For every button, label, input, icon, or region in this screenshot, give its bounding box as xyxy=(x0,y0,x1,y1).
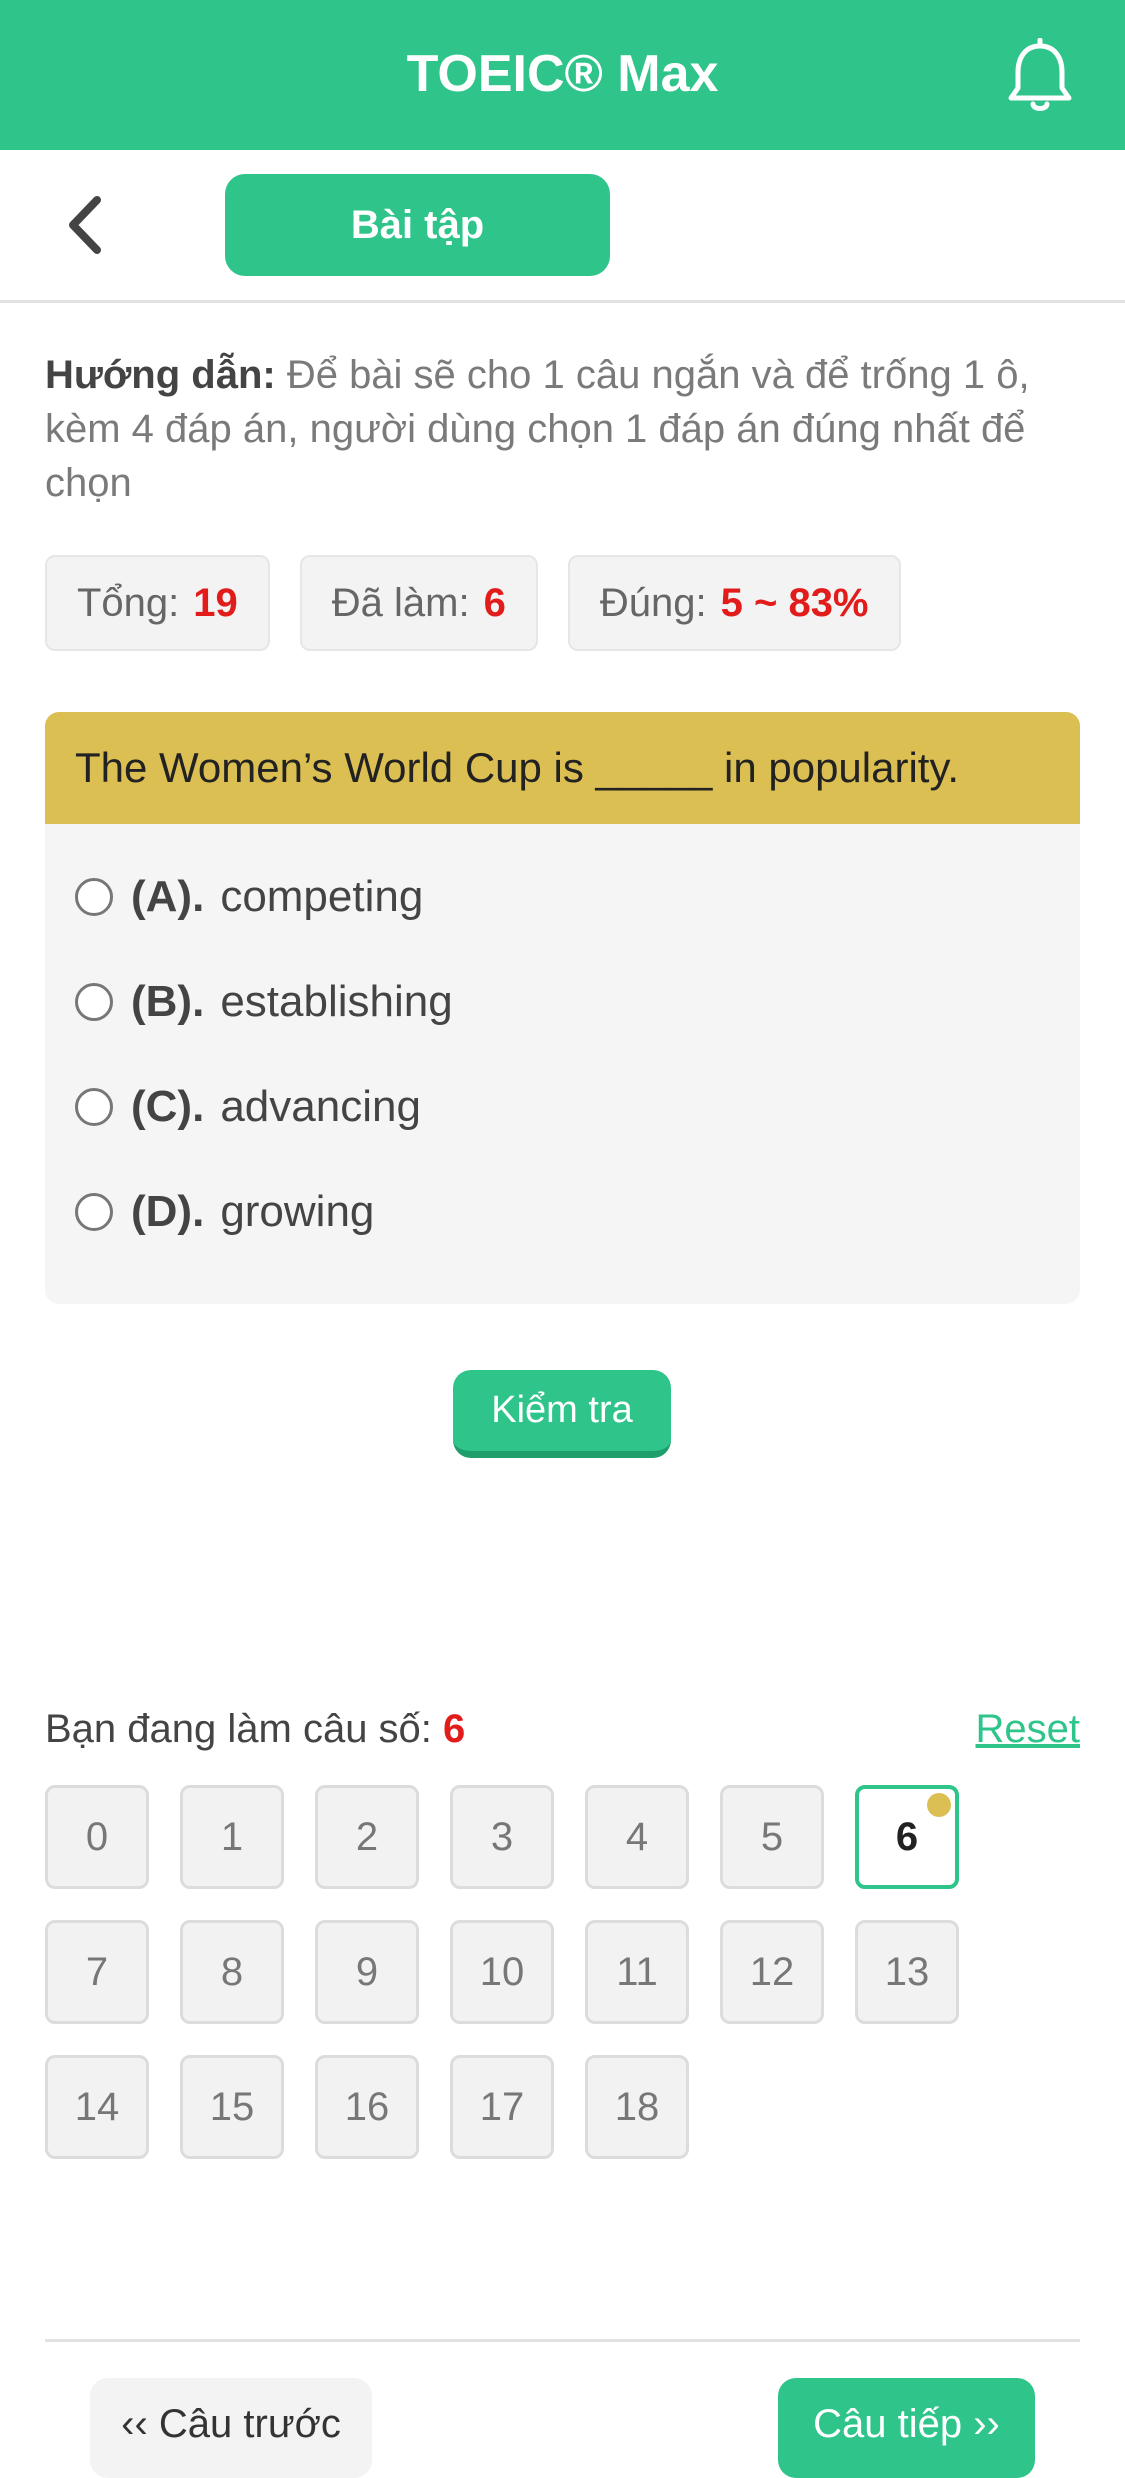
current-question-prefix: Bạn đang làm câu số: xyxy=(45,1707,444,1751)
option-text: advancing xyxy=(220,1081,421,1131)
stat-done: Đã làm: 6 xyxy=(299,555,538,651)
current-indicator-dot xyxy=(927,1793,951,1817)
stat-correct: Đúng: 5 ~ 83% xyxy=(567,555,901,651)
bell-icon[interactable] xyxy=(1005,37,1075,114)
option-c[interactable]: (C). advancing xyxy=(45,1054,1080,1159)
current-question-label: Bạn đang làm câu số: 6 xyxy=(45,1700,465,1758)
question-number-label: 3 xyxy=(490,1815,514,1859)
question-number-button[interactable]: 0 xyxy=(45,1785,149,1889)
question-number-button[interactable]: 5 xyxy=(720,1785,824,1889)
option-text: establishing xyxy=(220,976,453,1026)
option-b[interactable]: (B). establishing xyxy=(45,949,1080,1054)
question-number-label: 14 xyxy=(74,2085,120,2129)
stats-row: Tổng: 19 Đã làm: 6 Đúng: 5 ~ 83% xyxy=(45,555,901,651)
question-number-label: 7 xyxy=(85,1950,109,1994)
option-text: competing xyxy=(220,871,424,921)
option-letter: (A). xyxy=(131,871,205,921)
radio-button[interactable] xyxy=(75,877,113,916)
question-number-button[interactable]: 13 xyxy=(855,1920,959,2024)
question-number-label: 11 xyxy=(616,1950,658,1994)
instruction-text: Hướng dẫn: Để bài sẽ cho 1 câu ngắn và đ… xyxy=(45,348,1080,510)
back-button[interactable] xyxy=(55,190,125,260)
divider xyxy=(45,2339,1080,2342)
question-text: The Women’s World Cup is _____ in popula… xyxy=(45,712,1080,824)
question-number-label: 12 xyxy=(749,1950,795,1994)
radio-button[interactable] xyxy=(75,982,113,1021)
stat-total: Tổng: 19 xyxy=(45,555,270,651)
stat-done-label: Đã làm: xyxy=(331,580,470,625)
question-number-button[interactable]: 11 xyxy=(585,1920,689,2024)
question-number-button[interactable]: 2 xyxy=(315,1785,419,1889)
question-number-label: 0 xyxy=(85,1815,109,1859)
question-number-button[interactable]: 12 xyxy=(720,1920,824,2024)
stat-done-value: 6 xyxy=(483,580,506,625)
question-card: The Women’s World Cup is _____ in popula… xyxy=(45,712,1080,1304)
question-number-label: 15 xyxy=(209,2085,255,2129)
question-number-button[interactable]: 6 xyxy=(855,1785,959,1889)
sub-toolbar: Bài tập xyxy=(0,150,1125,303)
question-number-label: 16 xyxy=(344,2085,390,2129)
previous-question-button[interactable]: ‹‹ Câu trước xyxy=(90,2378,372,2478)
question-number-button[interactable]: 3 xyxy=(450,1785,554,1889)
stat-correct-value: 5 ~ 83% xyxy=(720,580,869,625)
option-letter: (C). xyxy=(131,1081,205,1131)
stat-total-value: 19 xyxy=(193,580,238,625)
question-number-button[interactable]: 16 xyxy=(315,2055,419,2159)
stat-total-label: Tổng: xyxy=(77,580,180,625)
radio-button[interactable] xyxy=(75,1192,113,1231)
question-number-button[interactable]: 4 xyxy=(585,1785,689,1889)
question-number-label: 13 xyxy=(884,1950,930,1994)
tab-exercises[interactable]: Bài tập xyxy=(225,174,610,276)
option-letter: (B). xyxy=(131,976,205,1026)
question-number-button[interactable]: 14 xyxy=(45,2055,149,2159)
question-number-label: 6 xyxy=(895,1815,919,1859)
next-question-button[interactable]: Câu tiếp ›› xyxy=(778,2378,1035,2478)
app-header: TOEIC® Max xyxy=(0,0,1125,150)
question-number-label: 18 xyxy=(614,2085,660,2129)
instruction-label: Hướng dẫn: xyxy=(45,353,276,397)
stat-correct-label: Đúng: xyxy=(599,580,707,625)
current-question-number: 6 xyxy=(443,1707,466,1751)
question-number-label: 5 xyxy=(760,1815,784,1859)
question-number-button[interactable]: 7 xyxy=(45,1920,149,2024)
question-number-label: 4 xyxy=(625,1815,649,1859)
progress-row: Bạn đang làm câu số: 6 Reset xyxy=(45,1700,1080,1758)
option-text: growing xyxy=(220,1186,375,1236)
question-number-button[interactable]: 18 xyxy=(585,2055,689,2159)
question-number-label: 1 xyxy=(220,1815,244,1859)
reset-link[interactable]: Reset xyxy=(976,1700,1081,1758)
question-number-button[interactable]: 9 xyxy=(315,1920,419,2024)
option-d[interactable]: (D). growing xyxy=(45,1159,1080,1264)
question-number-label: 2 xyxy=(355,1815,379,1859)
question-number-button[interactable]: 17 xyxy=(450,2055,554,2159)
question-number-button[interactable]: 10 xyxy=(450,1920,554,2024)
app-title: TOEIC® Max xyxy=(406,45,719,103)
question-number-button[interactable]: 8 xyxy=(180,1920,284,2024)
radio-button[interactable] xyxy=(75,1087,113,1126)
option-a[interactable]: (A). competing xyxy=(45,844,1080,949)
question-number-label: 8 xyxy=(220,1950,244,1994)
question-number-label: 9 xyxy=(355,1950,379,1994)
question-number-label: 10 xyxy=(479,1950,525,1994)
question-number-label: 17 xyxy=(479,2085,525,2129)
option-letter: (D). xyxy=(131,1186,205,1236)
chevron-left-icon xyxy=(69,196,101,254)
question-number-button[interactable]: 1 xyxy=(180,1785,284,1889)
question-number-button[interactable]: 15 xyxy=(180,2055,284,2159)
check-button[interactable]: Kiểm tra xyxy=(453,1370,671,1458)
answer-options: (A). competing (B). establishing (C). ad… xyxy=(45,824,1080,1264)
